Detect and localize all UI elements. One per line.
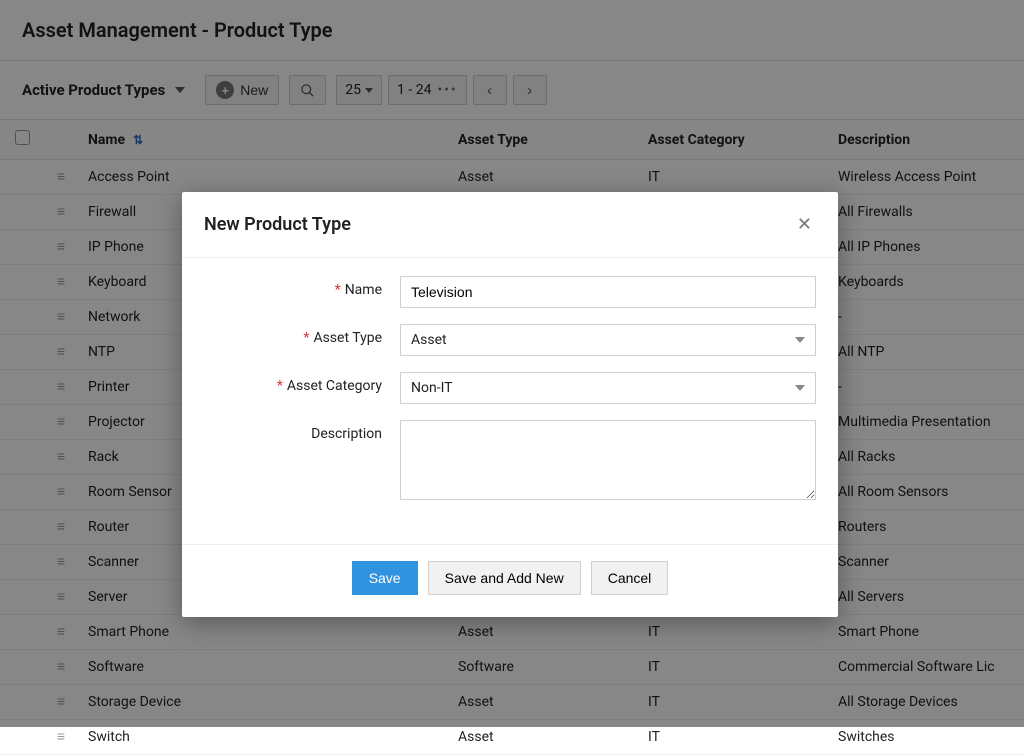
asset-category-selected: Non-IT (411, 380, 453, 396)
drag-handle-icon[interactable]: ≡ (57, 730, 65, 744)
description-field-label: Description (311, 426, 382, 442)
name-field-label: Name (345, 282, 382, 298)
dialog-title: New Product Type (204, 214, 351, 235)
close-icon: ✕ (797, 214, 812, 235)
asset-type-selected: Asset (411, 332, 447, 348)
name-input[interactable] (400, 276, 816, 308)
asset-category-field-label: Asset Category (287, 378, 382, 394)
description-textarea[interactable] (400, 420, 816, 500)
asset-category-select[interactable]: Non-IT (400, 372, 816, 404)
cancel-button[interactable]: Cancel (591, 561, 669, 595)
close-button[interactable]: ✕ (793, 210, 816, 239)
save-and-add-new-button[interactable]: Save and Add New (428, 561, 581, 595)
chevron-down-icon (795, 385, 805, 391)
asset-type-select[interactable]: Asset (400, 324, 816, 356)
chevron-down-icon (795, 337, 805, 343)
asset-type-field-label: Asset Type (313, 330, 382, 346)
save-button[interactable]: Save (352, 561, 418, 595)
new-product-type-dialog: New Product Type ✕ *Name *Asset Type Ass… (182, 192, 838, 617)
